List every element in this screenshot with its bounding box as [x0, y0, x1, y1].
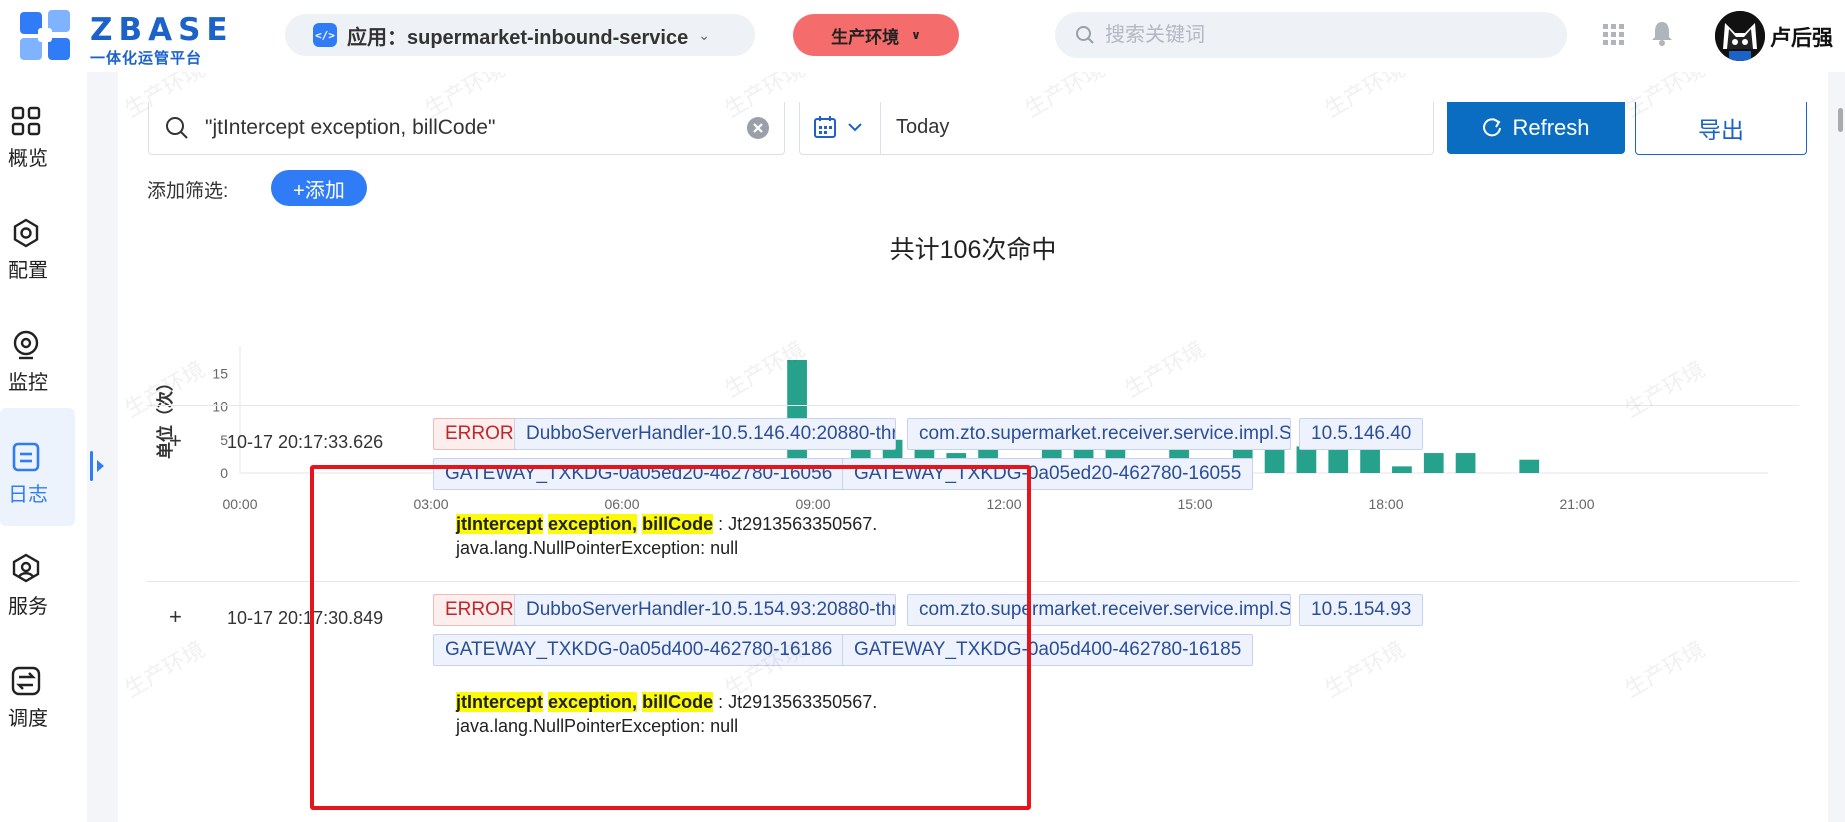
keyword-highlight: jtIntercept — [456, 514, 544, 534]
keyword-highlight: exception, — [548, 514, 638, 534]
logger-tag[interactable]: com.zto.supermarket.receiver.service.imp… — [907, 418, 1291, 450]
sidebar-item-logs[interactable]: 日志 — [0, 408, 75, 526]
log-query-text[interactable]: "jtIntercept exception, billCode" — [205, 116, 495, 140]
clear-icon[interactable] — [746, 116, 770, 140]
trace-tag[interactable]: GATEWAY_TXKDG-0a05ed20-462780-16055 — [842, 458, 1254, 490]
log-timestamp: 10-17 20:17:33.626 — [227, 432, 384, 452]
trace-tag[interactable]: GATEWAY_TXKDG-0a05d400-462780-16185 — [842, 634, 1254, 666]
app-selector-label: 应用：supermarket-inbound-service — [347, 26, 689, 49]
environment-selector[interactable]: 生产环境 ∨ — [793, 14, 959, 56]
zbase-logo[interactable]: ZBASE 一体化运管平台 — [18, 8, 238, 67]
add-filter-button-label: +添加 — [293, 179, 345, 202]
log-query-input[interactable]: "jtIntercept exception, billCode" — [148, 102, 785, 155]
schedule-icon — [11, 666, 41, 696]
ip-tag[interactable]: 10.5.146.40 — [1299, 418, 1424, 450]
sidebar-item-label: 调度 — [8, 708, 48, 730]
log-timestamp: 10-17 20:17:30.849 — [227, 608, 384, 628]
sidebar-item-service[interactable]: 服务 — [0, 520, 75, 638]
export-button-label: 导出 — [1698, 117, 1744, 143]
log-message: jtIntercept exception, billCode : Jt2913… — [456, 690, 877, 738]
refresh-button-label: Refresh — [1512, 115, 1590, 140]
keyword-highlight: jtIntercept — [456, 692, 544, 712]
log-icon — [12, 442, 40, 472]
app-selector[interactable]: </> 应用：supermarket-inbound-service ⌄ — [285, 14, 755, 56]
logo-subtitle: 一体化运管平台 — [90, 50, 203, 67]
calendar-icon — [814, 116, 836, 138]
gear-icon — [13, 218, 39, 248]
cat-avatar-icon — [1715, 11, 1765, 61]
global-search[interactable] — [1055, 12, 1567, 58]
search-icon — [166, 117, 188, 139]
zbase-logo-icon — [20, 10, 70, 60]
refresh-icon — [1483, 118, 1502, 137]
keyword-highlight: billCode — [642, 514, 714, 534]
sidebar-item-config[interactable]: 配置 — [0, 184, 75, 302]
log-level-tag[interactable]: ERROR — [433, 418, 526, 450]
trace-tag[interactable]: GATEWAY_TXKDG-0a05ed20-462780-16056 — [433, 458, 845, 490]
scrollbar-thumb[interactable] — [1838, 108, 1843, 132]
date-range-value: Today — [896, 116, 950, 138]
sidebar-expand-icon[interactable] — [90, 451, 106, 481]
log-level-tag[interactable]: ERROR — [433, 594, 526, 626]
sidebar: 概览 配置 监控 日志 服务 调度 — [0, 72, 87, 822]
row-divider — [147, 405, 1799, 406]
row-divider — [147, 581, 1799, 582]
sidebar-item-label: 监控 — [8, 372, 48, 394]
log-search-panel: "jtIntercept exception, billCode" Today … — [118, 72, 1828, 822]
environment-label: 生产环境 — [831, 27, 900, 47]
user-name[interactable]: 卢后强 — [1770, 22, 1833, 52]
dashboard-icon — [11, 106, 41, 136]
service-icon — [12, 553, 40, 583]
sidebar-item-label: 概览 — [8, 148, 48, 170]
top-bar: ZBASE 一体化运管平台 </> 应用：supermarket-inbound… — [0, 0, 1845, 72]
expand-icon[interactable]: + — [169, 604, 182, 630]
expand-icon[interactable]: + — [169, 428, 182, 454]
log-message-text: : Jt2913563350567. — [713, 692, 878, 712]
avatar[interactable] — [1715, 11, 1765, 61]
y-tick-label: 15 — [212, 365, 228, 381]
add-filter-button[interactable]: +添加 — [271, 170, 367, 206]
trace-tag[interactable]: GATEWAY_TXKDG-0a05d400-462780-16186 — [433, 634, 845, 666]
sidebar-item-overview[interactable]: 概览 — [0, 72, 75, 190]
log-message-line: java.lang.NullPointerException: null — [456, 538, 739, 558]
code-icon: </> — [313, 23, 337, 47]
refresh-button[interactable]: Refresh — [1447, 102, 1625, 154]
chevron-down-icon: ⌄ — [698, 26, 710, 43]
keyword-highlight: billCode — [642, 692, 714, 712]
keyword-highlight: exception, — [548, 692, 638, 712]
chart-title: 共计106次命中 — [889, 236, 1057, 264]
sidebar-item-monitor[interactable]: 监控 — [0, 296, 75, 414]
date-range-picker[interactable]: Today — [799, 102, 1434, 155]
global-search-input[interactable] — [1103, 22, 1527, 48]
sidebar-item-label: 服务 — [8, 596, 48, 618]
log-message: jtIntercept exception, billCode : Jt2913… — [456, 512, 877, 560]
chevron-down-icon — [848, 123, 862, 132]
add-filter-label: 添加筛选: — [147, 181, 229, 202]
sidebar-item-schedule[interactable]: 调度 — [0, 632, 75, 750]
thread-tag[interactable]: DubboServerHandler-10.5.154.93:20880-thr… — [514, 594, 896, 626]
logger-tag[interactable]: com.zto.supermarket.receiver.service.imp… — [907, 594, 1291, 626]
sidebar-item-label: 配置 — [8, 260, 48, 282]
thread-tag[interactable]: DubboServerHandler-10.5.146.40:20880-thr… — [514, 418, 896, 450]
log-message-line: java.lang.NullPointerException: null — [456, 716, 739, 736]
date-quick-menu[interactable] — [800, 102, 881, 154]
logo-title: ZBASE — [90, 12, 234, 48]
chevron-down-icon: ∨ — [911, 28, 921, 42]
apps-grid-icon[interactable] — [1603, 24, 1625, 46]
y-tick-label: 10 — [212, 399, 228, 415]
bell-icon[interactable] — [1650, 20, 1674, 46]
log-row: + 10-17 20:17:30.849 ERROR DubboServerHa… — [147, 594, 1787, 736]
search-icon — [1076, 26, 1094, 44]
sidebar-item-label: 日志 — [8, 484, 48, 506]
export-button[interactable]: 导出 — [1635, 102, 1807, 155]
monitor-icon — [13, 330, 39, 360]
ip-tag[interactable]: 10.5.154.93 — [1299, 594, 1424, 626]
log-message-text: : Jt2913563350567. — [713, 514, 878, 534]
log-row: + 10-17 20:17:33.626 ERROR DubboServerHa… — [147, 418, 1787, 560]
